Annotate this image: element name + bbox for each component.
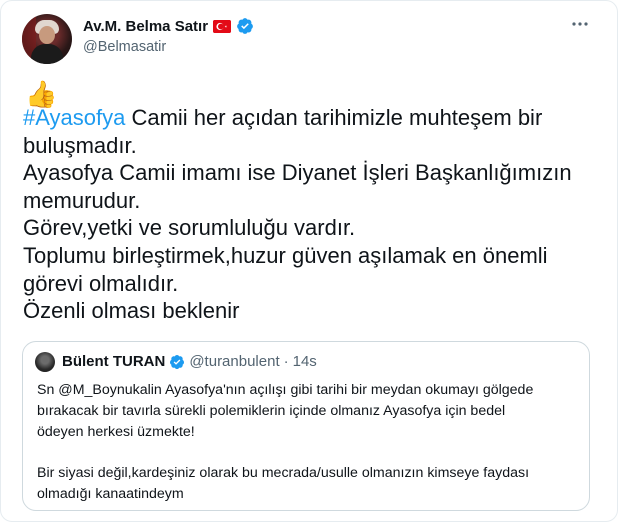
tweet-line-5: Görev,yetki ve sorumluluğu vardır. [23,215,356,241]
tweet-line-2: buluşmadır. [23,132,137,158]
tweet-line-1: #Ayasofya Camii her açıdan tarihimizle m… [23,104,603,132]
verified-badge-icon [237,18,253,34]
turkey-flag-icon [213,19,232,33]
tweet-line-text: Camii her açıdan tarihimizle muhteşem bi… [125,105,543,130]
author-handle[interactable]: @Belmasatir [83,39,166,55]
tweet-line-4: memurudur. [23,187,141,213]
hashtag-link[interactable]: #Ayasofya [23,105,125,130]
quoted-line-5: olmadığı kanaatindeym [37,485,184,502]
quoted-author-name: Bülent TURAN [62,353,166,370]
author-name[interactable]: Av.M. Belma Satır [83,18,208,35]
quoted-paragraph-gap [37,442,577,463]
separator-dot: · [283,353,289,370]
tweet-card: Av.M. Belma Satır @Belmasatir 👍 #Ayasofy… [0,0,618,522]
author-name-row: Av.M. Belma Satır [83,16,254,36]
avatar-body [31,44,63,64]
quoted-author-avatar [35,352,55,372]
tweet-line-3: Ayasofya Camii imamı ise Diyanet İşleri … [23,160,572,186]
tweet-text: #Ayasofya Camii her açıdan tarihimizle m… [23,104,603,325]
quoted-line-3: ödeyen herkesi üzmekte! [37,423,195,440]
quoted-line-1: Sn @M_Boynukalin Ayasofya'nın açılışı gi… [37,382,534,398]
more-options-icon[interactable] [570,17,590,31]
tweet-line-8: Özenli olması beklenir [23,298,240,324]
quoted-timestamp: 14s [292,353,317,370]
quoted-tweet[interactable]: Bülent TURAN @turanbulent · 14s Sn @M_Bo… [22,341,590,511]
author-avatar[interactable] [22,14,72,64]
tweet-line-6: Toplumu birleştirmek,huzur güven aşılama… [23,242,548,268]
quoted-line-4: Bir siyasi değil,kardeşiniz olarak bu me… [37,465,530,482]
quoted-line-2: bırakacak bir tavırla sürekli polemikler… [37,402,506,419]
quoted-author-row: Bülent TURAN @turanbulent · 14s [62,353,317,370]
quoted-text: Sn @M_Boynukalin Ayasofya'nın açılışı gi… [37,380,577,505]
tweet-line-7: görevi olmalıdır. [23,270,179,296]
verified-badge-icon [170,354,185,369]
quoted-author-handle: @turanbulent [189,353,280,370]
avatar-face [39,26,55,44]
